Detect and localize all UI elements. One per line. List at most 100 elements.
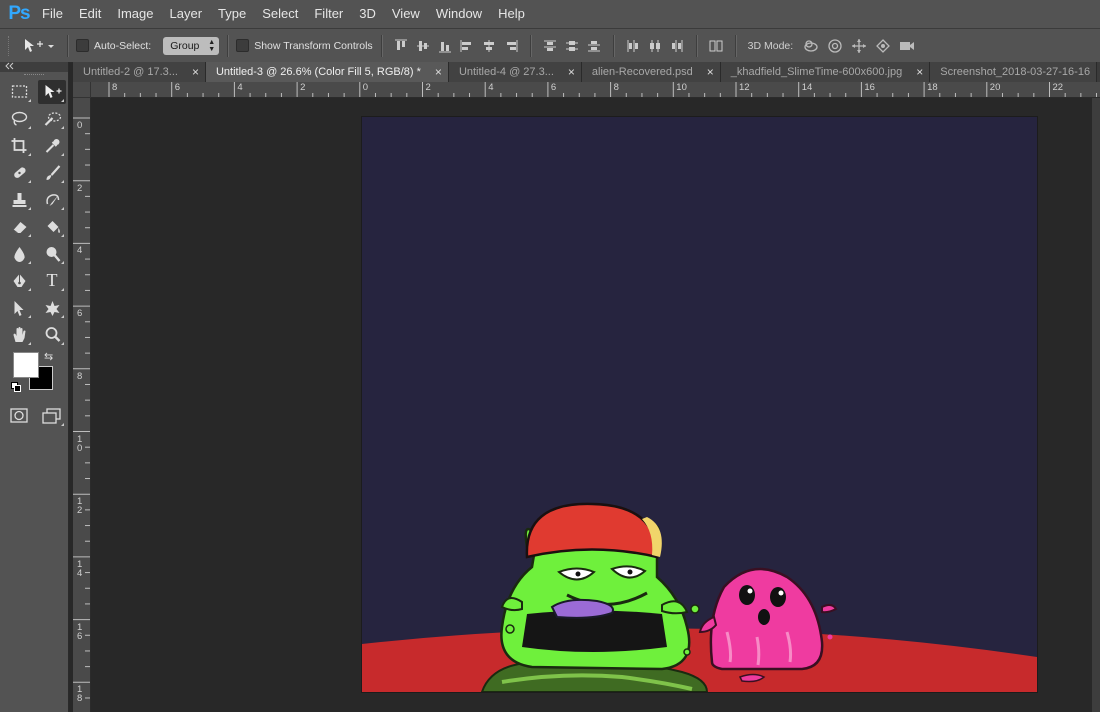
hand-tool[interactable] <box>5 323 33 347</box>
menu-edit[interactable]: Edit <box>71 0 109 28</box>
history-brush-tool[interactable] <box>38 188 66 212</box>
close-tab-icon[interactable]: × <box>916 65 923 79</box>
distribute-hcenter-icon[interactable] <box>648 39 662 53</box>
menu-file[interactable]: File <box>34 0 71 28</box>
menu-layer[interactable]: Layer <box>162 0 211 28</box>
quick-mask-button[interactable] <box>5 404 33 428</box>
crop-tool[interactable] <box>5 134 33 158</box>
close-tab-icon[interactable]: × <box>192 65 199 79</box>
auto-select-checkbox[interactable] <box>76 39 89 52</box>
move-tool[interactable] <box>38 79 66 104</box>
flyout-indicator <box>61 422 64 426</box>
options-bar: Auto-Select: Group ▲ ▼ Show Transform Con… <box>0 28 1100 63</box>
flyout-indicator <box>28 260 31 264</box>
show-transform-checkbox[interactable] <box>236 39 250 52</box>
zoom-tool[interactable] <box>38 323 66 347</box>
auto-select-label: Auto-Select: <box>94 39 152 52</box>
align-left-icon[interactable] <box>460 39 474 53</box>
vertical-ruler[interactable]: 0 2 4 6 8 10 12 14 16 18 <box>73 98 91 712</box>
align-hcenter-icon[interactable] <box>482 39 496 53</box>
tool-row <box>0 294 68 321</box>
blur-tool[interactable] <box>5 242 33 266</box>
path-select-tool[interactable] <box>5 296 33 320</box>
right-panel-edge[interactable] <box>1092 98 1100 712</box>
flyout-indicator <box>28 179 31 183</box>
ruler-label: 2 <box>77 182 83 194</box>
menu-view[interactable]: View <box>384 0 428 28</box>
photoshop-logo[interactable]: Ps <box>4 0 34 28</box>
document-tab[interactable]: Screenshot_2018-03-27-16-16 <box>930 62 1098 82</box>
menu-window[interactable]: Window <box>428 0 490 28</box>
3d-camera-icon[interactable] <box>899 38 915 54</box>
menu-type[interactable]: Type <box>210 0 254 28</box>
flyout-indicator <box>28 125 31 129</box>
align-bottom-icon[interactable] <box>438 39 452 53</box>
flyout-indicator <box>61 179 64 183</box>
brush-tool[interactable] <box>38 161 66 185</box>
auto-select-target-dropdown[interactable]: Group ▲ ▼ <box>163 36 220 55</box>
document-tab[interactable]: _khadfield_SlimeTime-600x600.jpg × <box>720 62 931 82</box>
auto-align-icon[interactable] <box>709 39 723 53</box>
default-colors-icon[interactable] <box>11 382 21 392</box>
align-right-icon[interactable] <box>504 39 518 53</box>
paint-bucket-icon <box>43 218 62 236</box>
3d-orbit-icon[interactable] <box>803 38 819 54</box>
close-tab-icon[interactable]: × <box>435 65 442 79</box>
menu-filter[interactable]: Filter <box>306 0 351 28</box>
distribute-bottom-icon[interactable] <box>587 39 601 53</box>
pen-tool[interactable] <box>5 269 33 293</box>
distribute-vcenter-icon[interactable] <box>565 39 579 53</box>
tool-preset-picker[interactable] <box>23 38 59 54</box>
align-vcenter-icon[interactable] <box>416 39 430 53</box>
dodge-tool[interactable] <box>38 242 66 266</box>
ruler-label: 6 <box>174 82 180 93</box>
collapse-panel-icon[interactable] <box>4 62 14 70</box>
distribute-left-icon[interactable] <box>626 39 640 53</box>
ruler-origin[interactable] <box>73 82 91 98</box>
document-tab[interactable]: Untitled-4 @ 27.3... × <box>448 62 582 82</box>
flyout-indicator <box>28 152 31 156</box>
healing-brush-tool[interactable] <box>5 161 33 185</box>
clone-stamp-tool[interactable] <box>5 188 33 212</box>
move-tool-icon <box>25 38 43 52</box>
document-tab[interactable]: Untitled-3 @ 26.6% (Color Fill 5, RGB/8)… <box>205 62 449 82</box>
crop-icon <box>10 137 29 155</box>
align-top-icon[interactable] <box>394 39 408 53</box>
distribute-right-icon[interactable] <box>670 39 684 53</box>
menu-help[interactable]: Help <box>490 0 533 28</box>
separator <box>67 34 68 57</box>
menu-3d[interactable]: 3D <box>351 0 384 28</box>
close-tab-icon[interactable]: × <box>568 65 575 79</box>
3d-slide-icon[interactable] <box>875 38 891 54</box>
quick-select-tool[interactable] <box>38 107 66 131</box>
document-canvas[interactable] <box>362 117 1037 692</box>
ruler-label: 14 <box>801 82 813 93</box>
eraser-tool[interactable] <box>5 215 33 239</box>
ruler-label: 14 <box>77 558 83 579</box>
foreground-color-swatch[interactable] <box>13 352 39 378</box>
document-tab[interactable]: alien-Recovered.psd × <box>581 62 721 82</box>
menu-select[interactable]: Select <box>254 0 306 28</box>
pen-icon <box>10 272 29 290</box>
tools-panel-header[interactable] <box>0 62 68 72</box>
paint-bucket-tool[interactable] <box>38 215 66 239</box>
swap-colors-icon[interactable]: ⇆ <box>44 350 53 363</box>
menu-image[interactable]: Image <box>109 0 161 28</box>
ruler-label: 8 <box>613 82 619 93</box>
distribute-top-icon[interactable] <box>543 39 557 53</box>
custom-shape-tool[interactable] <box>38 296 66 320</box>
ruler-label: 16 <box>77 621 83 642</box>
options-bar-grip[interactable] <box>8 35 13 56</box>
close-tab-icon[interactable]: × <box>707 65 714 79</box>
ruler-label: 2 <box>425 82 431 93</box>
horizontal-ruler[interactable]: 8 6 4 2 0 2 4 6 8 10 12 14 16 18 20 22 <box>91 82 1100 98</box>
type-tool[interactable]: T <box>38 269 66 293</box>
screen-mode-button[interactable] <box>38 404 66 428</box>
lasso-tool[interactable] <box>5 107 33 131</box>
eyedropper-tool[interactable] <box>38 134 66 158</box>
3d-pan-icon[interactable] <box>851 38 867 54</box>
marquee-tool[interactable] <box>5 80 33 104</box>
ruler-label: 12 <box>77 496 83 517</box>
document-tab[interactable]: Untitled-2 @ 17.3... × <box>73 62 206 82</box>
3d-roll-icon[interactable] <box>827 38 843 54</box>
